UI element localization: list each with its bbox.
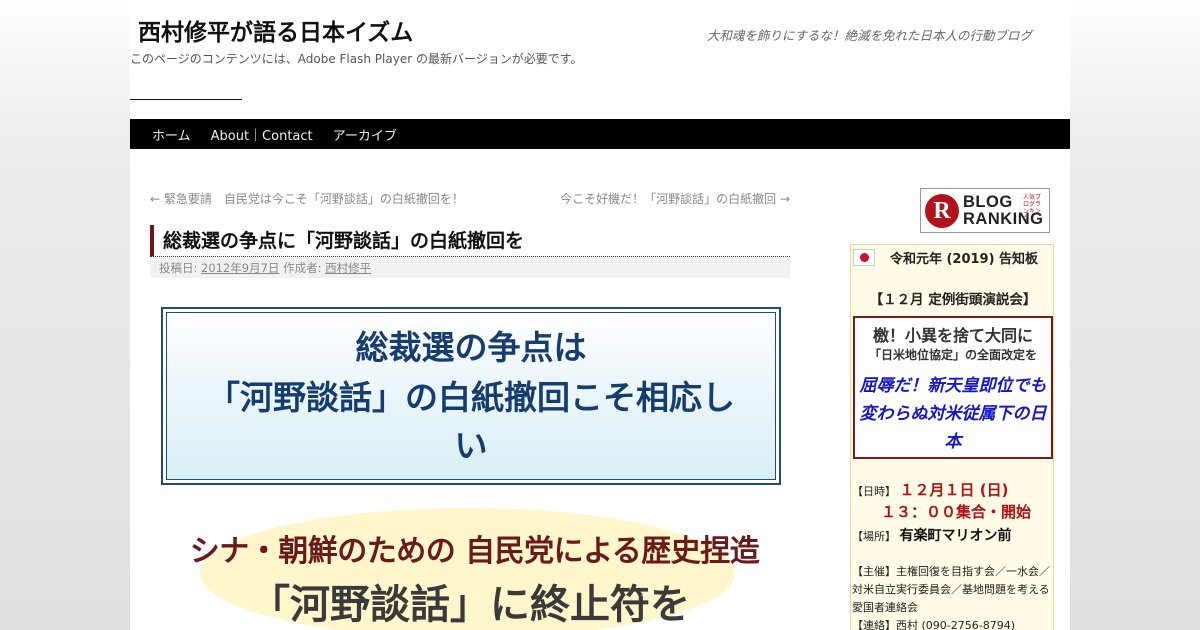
post-title: 総裁選の争点に「河野談話」の白紙撤回を — [150, 225, 790, 257]
notice-subtitle: 【１２月 定例街頭演説会】 — [869, 292, 1037, 308]
header-divider — [130, 99, 242, 100]
notice-slogan-1: 檄！小異を捨て大同に — [872, 326, 1033, 345]
event-date-label: 【日時】 — [852, 485, 896, 498]
nav-item-archive[interactable]: アーカイブ — [323, 125, 407, 144]
banner-line-2: 「河野談話」の白紙撤回こそ相応し — [207, 378, 735, 417]
next-post-link[interactable]: 今こそ好機だ！「河野談話」の白紙撤回 → — [560, 190, 790, 207]
event-place-value: 有楽町マリオン前 — [899, 528, 1012, 544]
notice-board: 令和元年 (2019) 告知板 【１２月 定例街頭演説会】 檄！小異を捨て大同に… — [850, 244, 1054, 630]
japan-flag-icon — [853, 249, 875, 266]
site-title[interactable]: 西村修平が語る日本イズム — [138, 13, 413, 47]
banner-line-3: い — [454, 426, 488, 465]
post-date-link[interactable]: 2012年9月7日 — [201, 261, 279, 275]
ranking-tag: 人気ブログランキング — [1023, 194, 1042, 222]
event-time-row: １３：００集合・開始 — [881, 501, 1031, 522]
notice-highlight-box: 檄！小異を捨て大同に 「日米地位協定」の全面改定を 屈辱だ！新天皇即位でも変わら… — [853, 316, 1053, 459]
page-container: 西村修平が語る日本イズム 大和魂を飾りにするな！絶滅を免れた日本人の行動ブログ … — [130, 0, 1070, 630]
event-time-value: １３：００集合・開始 — [881, 503, 1032, 521]
notice-slogan-3: 屈辱だ！新天皇即位でも変わらぬ対米従属下の日本 — [859, 376, 1047, 452]
ranking-logo-icon: R — [925, 193, 959, 228]
event-place-label: 【場所】 — [852, 530, 896, 543]
post-meta: 投稿日: 2012年9月7日 作成者: 西村修平 — [150, 258, 790, 278]
flash-notice: このページのコンテンツには、Adobe Flash Player の最新バージョ… — [130, 52, 583, 66]
headline-banner: 総裁選の争点は 「河野談話」の白紙撤回こそ相応し い — [161, 307, 781, 485]
event-place-row: 【場所】 有楽町マリオン前 — [852, 525, 1012, 545]
notice-title: 令和元年 (2019) 告知板 — [889, 252, 1039, 267]
prev-post-link[interactable]: ← 緊急要請 自民党は今こそ「河野談話」の白紙撤回を！ — [150, 190, 464, 207]
banner-line-1: 総裁選の争点は — [355, 328, 587, 367]
main-nav: ホーム About｜Contact アーカイブ — [130, 119, 1070, 149]
headline-line-1: シナ・朝鮮のための 自民党による歴史捏造 — [189, 534, 760, 569]
headline-line-2: 「河野談話」に終止符を — [250, 582, 690, 628]
blog-ranking-banner[interactable]: R BLOG RANKING 人気ブログランキング — [920, 188, 1050, 233]
event-organizers: 【主催】主権回復を目指す会／一水会／対米自立実行委員会／基地問題を考える愛国者連… — [852, 565, 1050, 614]
posted-on-label: 投稿日: — [159, 261, 198, 275]
banner-inner: 総裁選の争点は 「河野談話」の白紙撤回こそ相応し い — [166, 312, 776, 480]
event-date-value: １２月１日 (日) — [899, 481, 1009, 499]
nav-item-about-contact[interactable]: About｜Contact — [201, 125, 323, 144]
author-label: 作成者: — [283, 261, 322, 275]
notice-slogan-2: 「日米地位協定」の全面改定を — [868, 348, 1037, 362]
event-date-row: 【日時】 １２月１日 (日) — [852, 479, 1008, 500]
post-author-link[interactable]: 西村修平 — [325, 261, 371, 275]
nav-item-home[interactable]: ホーム — [142, 125, 201, 144]
site-tagline: 大和魂を飾りにするな！絶滅を免れた日本人の行動ブログ — [706, 28, 1032, 43]
event-contact: 【連絡】西村 (090-2756-8794) — [852, 619, 1016, 630]
